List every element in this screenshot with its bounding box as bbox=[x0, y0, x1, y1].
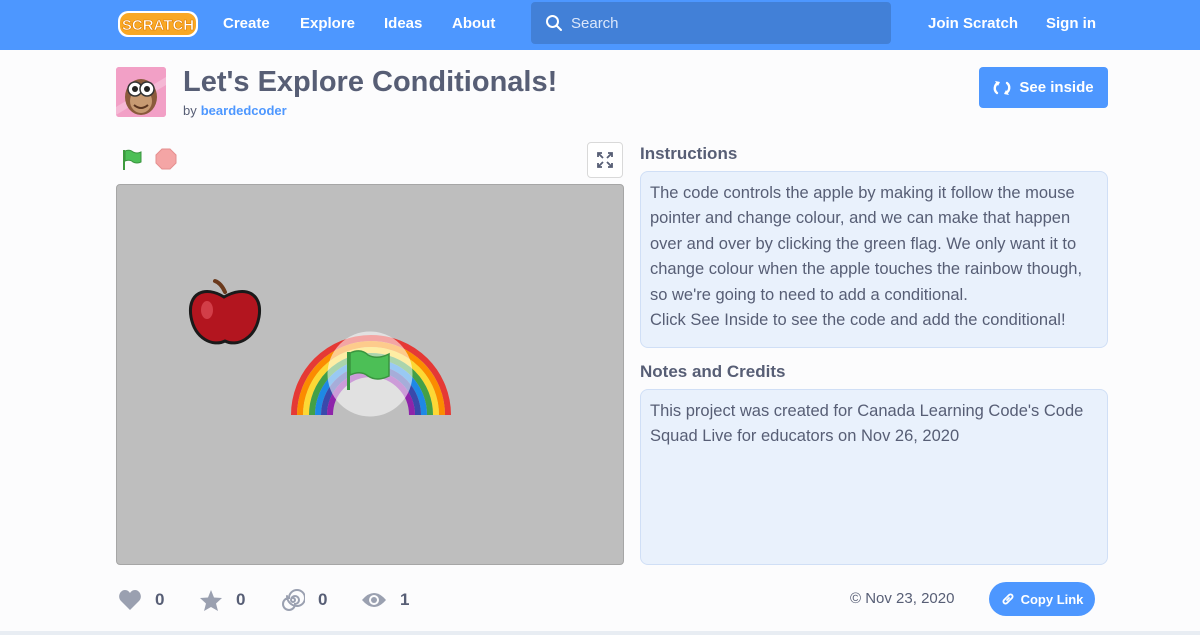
remix-spiral-icon bbox=[282, 589, 305, 611]
stop-icon[interactable] bbox=[155, 148, 177, 170]
nav-create[interactable]: Create bbox=[223, 15, 270, 32]
share-date: © Nov 23, 2020 bbox=[850, 590, 955, 607]
avatar-image bbox=[116, 67, 166, 117]
apple-sprite[interactable] bbox=[188, 279, 262, 345]
instructions-heading: Instructions bbox=[640, 144, 738, 163]
link-icon bbox=[1002, 593, 1014, 605]
star-icon bbox=[200, 589, 222, 611]
author-avatar[interactable] bbox=[116, 67, 166, 117]
see-inside-label: See inside bbox=[1019, 79, 1094, 96]
favorite-count: 0 bbox=[236, 590, 246, 609]
start-overlay-button[interactable] bbox=[327, 331, 413, 417]
fullscreen-button[interactable] bbox=[587, 142, 623, 178]
copy-link-label: Copy Link bbox=[1020, 591, 1084, 607]
search-input[interactable] bbox=[571, 8, 871, 38]
nav-explore[interactable]: Explore bbox=[300, 15, 355, 32]
green-flag-icon[interactable] bbox=[120, 148, 144, 172]
instructions-box: The code controls the apple by making it… bbox=[640, 171, 1108, 348]
heart-icon bbox=[119, 590, 141, 610]
scratch-logo[interactable]: SCRATCH bbox=[117, 9, 199, 39]
see-inside-button[interactable]: See inside bbox=[979, 67, 1108, 108]
instructions-text-2: Click See Inside to see the code and add… bbox=[650, 311, 1066, 330]
logo-text: SCRATCH bbox=[122, 17, 194, 34]
favorite-stat[interactable]: 0 bbox=[199, 587, 245, 613]
instructions-text: The code controls the apple by making it… bbox=[650, 184, 1083, 304]
author-link[interactable]: beardedcoder bbox=[201, 103, 287, 118]
eye-icon bbox=[362, 593, 386, 607]
project-stage[interactable] bbox=[116, 184, 624, 565]
fullscreen-icon bbox=[597, 152, 613, 168]
search-bar[interactable] bbox=[531, 2, 891, 44]
love-stat[interactable]: 0 bbox=[118, 587, 164, 613]
notes-text: This project was created for Canada Lear… bbox=[650, 402, 1084, 446]
sign-in-link[interactable]: Sign in bbox=[1046, 15, 1096, 32]
love-count: 0 bbox=[155, 590, 165, 609]
top-nav: SCRATCH Create Explore Ideas About Join … bbox=[0, 0, 1200, 50]
views-count: 1 bbox=[400, 590, 410, 609]
by-label: by bbox=[183, 103, 197, 118]
search-icon bbox=[546, 15, 562, 31]
notes-heading: Notes and Credits bbox=[640, 362, 786, 381]
nav-ideas[interactable]: Ideas bbox=[384, 15, 422, 32]
views-stat: 1 bbox=[361, 587, 409, 613]
byline: by beardedcoder bbox=[183, 103, 287, 118]
remix-arrows-icon bbox=[993, 80, 1011, 95]
page-bottom-divider bbox=[0, 631, 1200, 635]
join-scratch-link[interactable]: Join Scratch bbox=[928, 15, 1018, 32]
remix-count: 0 bbox=[318, 590, 328, 609]
nav-about[interactable]: About bbox=[452, 15, 495, 32]
notes-box: This project was created for Canada Lear… bbox=[640, 389, 1108, 565]
project-title: Let's Explore Conditionals! bbox=[183, 66, 558, 98]
remix-stat: 0 bbox=[281, 587, 327, 613]
copy-link-button[interactable]: Copy Link bbox=[989, 582, 1095, 616]
